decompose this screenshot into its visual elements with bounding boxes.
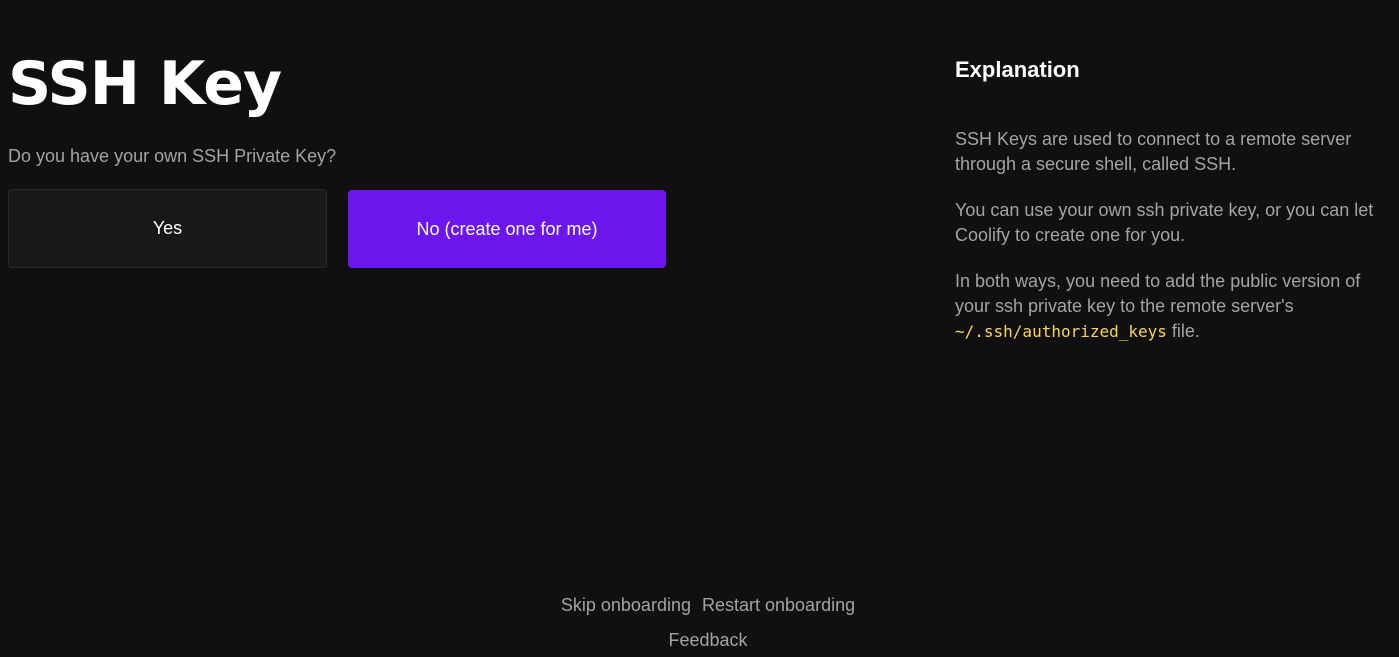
explanation-panel: Explanation SSH Keys are used to connect… [955, 56, 1391, 365]
onboarding-page: SSH Key Do you have your own SSH Private… [0, 0, 1399, 657]
explanation-paragraph-3-text: In both ways, you need to add the public… [955, 271, 1361, 316]
explanation-paragraph-3-end: file. [1166, 321, 1200, 341]
explanation-paragraph-1: SSH Keys are used to connect to a remote… [955, 129, 1352, 174]
feedback-link[interactable]: Feedback [668, 630, 747, 650]
yes-button[interactable]: Yes [8, 189, 327, 268]
skip-onboarding-link[interactable]: Skip onboarding [561, 595, 691, 615]
footer-feedback: Feedback [0, 627, 1399, 653]
create-key-button[interactable]: No (create one for me) [348, 190, 666, 268]
choice-buttons: Yes No (create one for me) [8, 189, 668, 268]
restart-onboarding-link[interactable]: Restart onboarding [702, 595, 855, 615]
explanation-paragraph-3: In both ways, you need to add the public… [955, 269, 1391, 344]
authorized-keys-path: ~/.ssh/authorized_keys [955, 322, 1167, 341]
page-title: SSH Key [8, 49, 282, 119]
explanation-body: SSH Keys are used to connect to a remote… [955, 127, 1391, 344]
footer: Skip onboarding Restart onboarding Feedb… [0, 592, 1399, 653]
footer-links: Skip onboarding Restart onboarding [0, 592, 1399, 618]
explanation-title: Explanation [955, 57, 1080, 82]
ssh-key-question: Do you have your own SSH Private Key? [8, 146, 337, 166]
main-section: SSH Key Do you have your own SSH Private… [8, 48, 668, 268]
explanation-paragraph-2: You can use your own ssh private key, or… [955, 200, 1374, 245]
